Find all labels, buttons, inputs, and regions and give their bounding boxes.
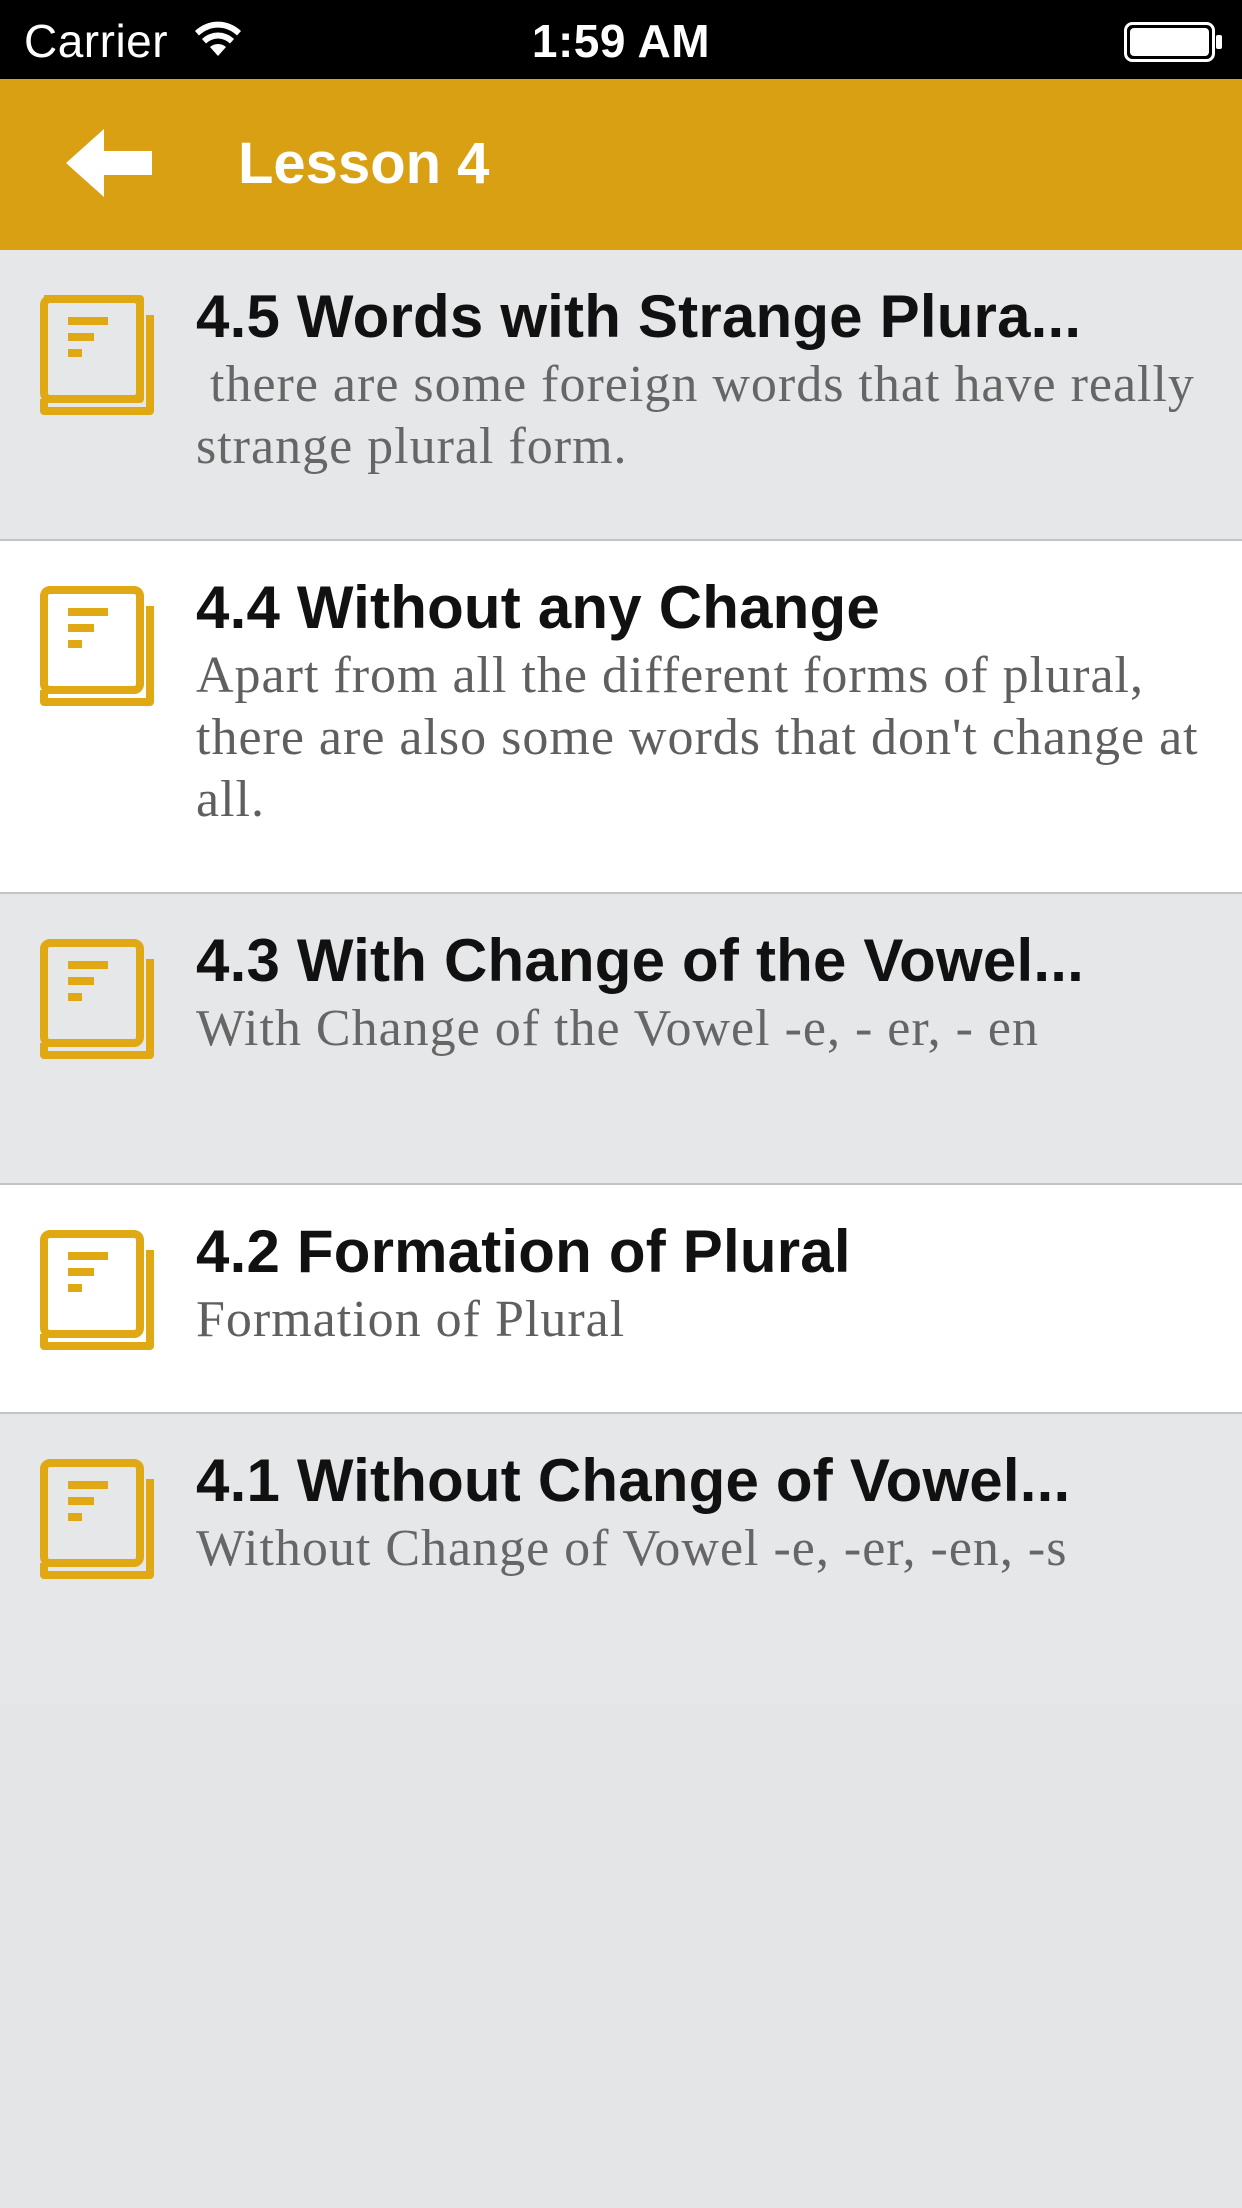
lesson-row-4-2[interactable]: 4.2 Formation of Plural Formation of Plu… xyxy=(0,1185,1242,1414)
arrow-left-icon[interactable] xyxy=(60,125,156,201)
page-title: Lesson 4 xyxy=(238,131,490,196)
nav-bar: Lesson 4 xyxy=(0,79,1242,250)
book-icon xyxy=(40,295,154,415)
lesson-subtitle: Formation of Plural xyxy=(196,1291,626,1348)
book-icon xyxy=(40,939,154,1059)
lesson-row-4-4[interactable]: 4.4 Without any Change Apart from all th… xyxy=(0,541,1242,894)
lesson-title: 4.3 With Change of the Vowel... xyxy=(196,927,1084,994)
lesson-row-4-1[interactable]: 4.1 Without Change of Vowel... Without C… xyxy=(0,1414,1242,1705)
book-icon xyxy=(40,1459,154,1579)
book-icon xyxy=(40,586,154,706)
lesson-subtitle: Apart from all the different forms of pl… xyxy=(196,647,1199,828)
lesson-list: 4.5 Words with Strange Plura... there ar… xyxy=(0,250,1242,1705)
lesson-title: 4.4 Without any Change xyxy=(196,574,880,641)
lesson-title: 4.2 Formation of Plural xyxy=(196,1218,851,1285)
battery-icon xyxy=(1124,22,1222,62)
lesson-title: 4.1 Without Change of Vowel... xyxy=(196,1447,1071,1514)
book-icon xyxy=(40,1230,154,1350)
status-bar: Carrier 1:59 AM xyxy=(0,0,1242,79)
lesson-subtitle: there are some foreign words that have r… xyxy=(196,356,1209,475)
lesson-subtitle: Without Change of Vowel -e, -er, -en, -s xyxy=(196,1520,1068,1577)
status-time: 1:59 AM xyxy=(531,15,711,67)
lesson-title: 4.5 Words with Strange Plura... xyxy=(196,283,1082,350)
lesson-row-4-5[interactable]: 4.5 Words with Strange Plura... there ar… xyxy=(0,250,1242,541)
lesson-row-4-3[interactable]: 4.3 With Change of the Vowel... With Cha… xyxy=(0,894,1242,1185)
lesson-subtitle: With Change of the Vowel -e, - er, - en xyxy=(196,1000,1039,1057)
